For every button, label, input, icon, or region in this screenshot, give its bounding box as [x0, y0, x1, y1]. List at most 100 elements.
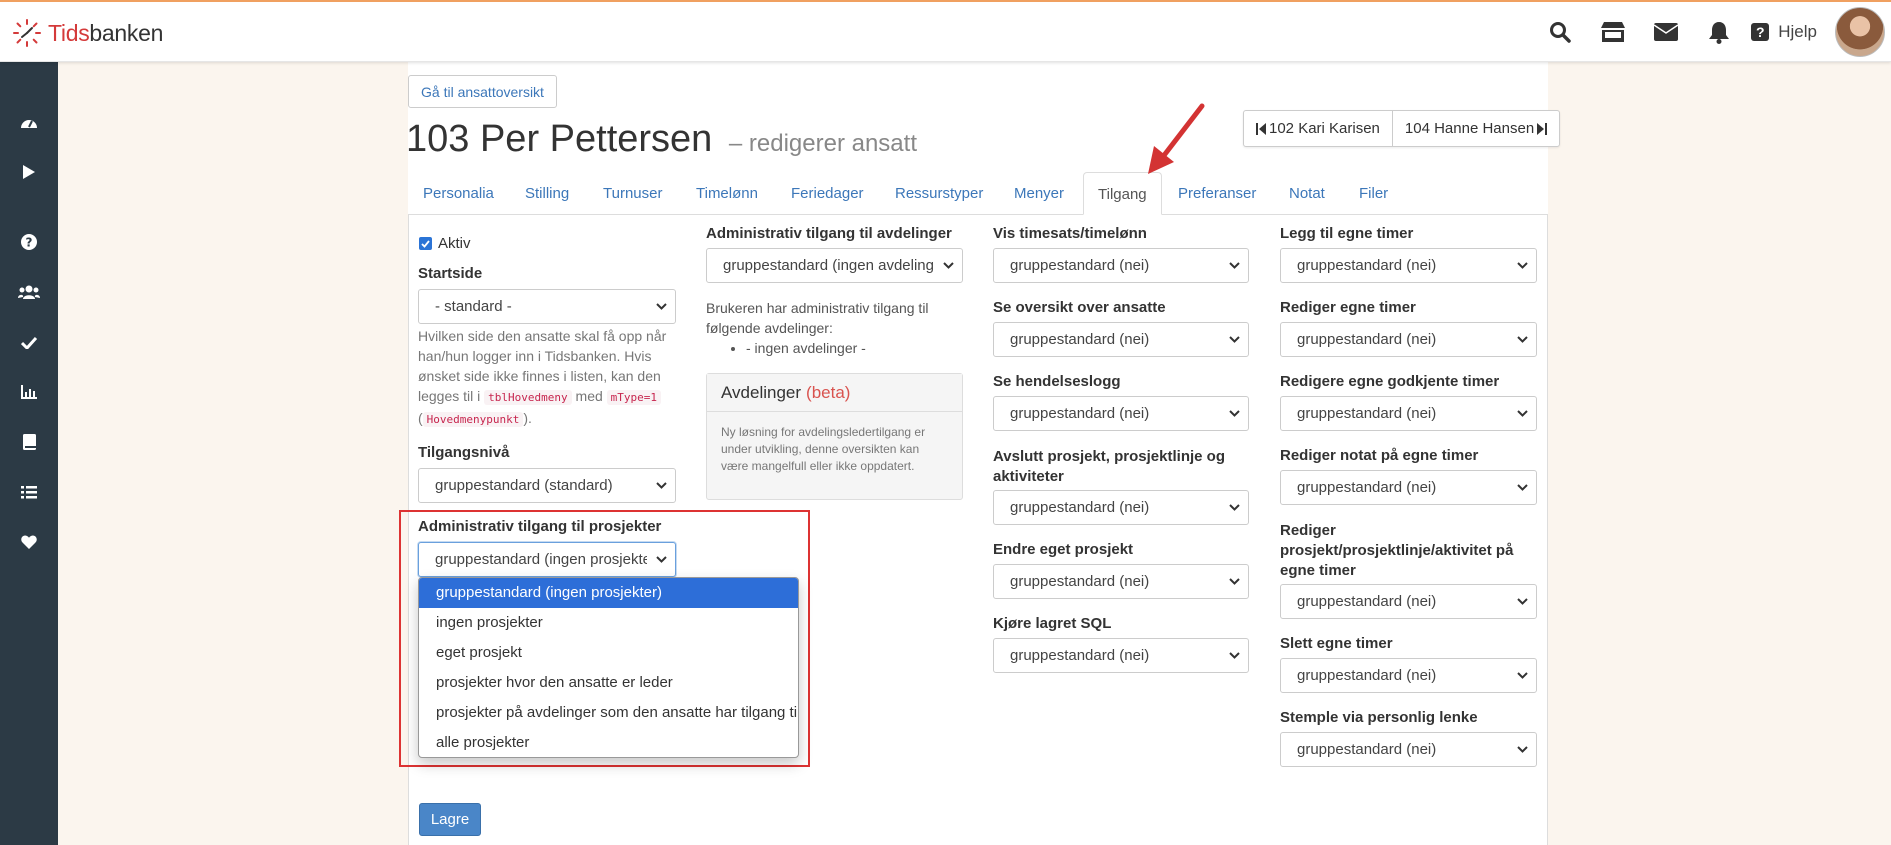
- aktiv-checkbox[interactable]: [419, 237, 432, 250]
- chevron-down-icon: [1220, 652, 1248, 659]
- question-icon: ?: [1751, 23, 1770, 41]
- avdelinger-panel-title: Avdelinger (beta): [707, 374, 962, 412]
- save-button[interactable]: Lagre: [419, 803, 481, 836]
- code-mtype: mType=1: [606, 390, 662, 405]
- envelope-icon[interactable]: [1639, 2, 1692, 62]
- col4-label-4: Rediger prosjekt/prosjektlinje/aktivitet…: [1280, 522, 1514, 579]
- redigere-godkjente-timer-select[interactable]: gruppestandard (nei): [1280, 396, 1537, 431]
- option-gruppestandard[interactable]: gruppestandard (ingen prosjekter): [419, 578, 798, 608]
- col3-label-4: Endre eget prosjekt: [993, 541, 1134, 558]
- avslutt-prosjekt-select[interactable]: gruppestandard (nei): [993, 490, 1249, 525]
- tilgangsniva-label: Tilgangsnivå: [418, 444, 510, 461]
- tab-personalia[interactable]: Personalia: [423, 172, 494, 215]
- option-eget-prosjekt[interactable]: eget prosjekt: [419, 638, 798, 668]
- se-oversikt-ansatte-select[interactable]: gruppestandard (nei): [993, 322, 1249, 357]
- endre-eget-prosjekt-select[interactable]: gruppestandard (nei): [993, 564, 1249, 599]
- rediger-prosjekt-egne-timer-select[interactable]: gruppestandard (nei): [1280, 584, 1537, 619]
- rediger-notat-select[interactable]: gruppestandard (nei): [1280, 470, 1537, 505]
- chevron-down-icon: [1508, 262, 1536, 269]
- store-icon[interactable]: [1586, 2, 1639, 62]
- chevron-down-icon: [1508, 672, 1536, 679]
- chevron-down-icon: [1220, 504, 1248, 511]
- play-icon[interactable]: [0, 153, 58, 191]
- check-icon[interactable]: [0, 323, 58, 361]
- heart-icon[interactable]: [0, 523, 58, 561]
- chevron-down-icon: [1508, 484, 1536, 491]
- col3-label-5: Kjøre lagret SQL: [993, 615, 1112, 632]
- tab-feriedager[interactable]: Feriedager: [791, 172, 864, 215]
- option-avdelings-prosjekter[interactable]: prosjekter på avdelinger som den ansatte…: [419, 698, 798, 728]
- tab-stilling[interactable]: Stilling: [525, 172, 569, 215]
- col3-label-0: Vis timesats/timelønn: [993, 225, 1147, 242]
- adm-avdelinger-select[interactable]: gruppestandard (ingen avdelinger): [706, 248, 963, 283]
- col3-label-1: Se oversikt over ansatte: [993, 299, 1166, 316]
- page-subtitle: – redigerer ansatt: [728, 130, 917, 157]
- goto-employee-overview-button[interactable]: Gå til ansattoversikt: [408, 75, 557, 108]
- tidsbanken-logo[interactable]: Tidsbanken: [12, 18, 163, 48]
- tab-filer[interactable]: Filer: [1359, 172, 1388, 215]
- sidebar: ?: [0, 62, 58, 845]
- col4-label-6: Stemple via personlig lenke: [1280, 709, 1478, 726]
- vis-timesats-select[interactable]: gruppestandard (nei): [993, 248, 1249, 283]
- kjore-lagret-sql-select[interactable]: gruppestandard (nei): [993, 638, 1249, 673]
- col4-label-1: Rediger egne timer: [1280, 299, 1416, 316]
- tab-turnuser[interactable]: Turnuser: [603, 172, 662, 215]
- chevron-down-icon: [1508, 336, 1536, 343]
- option-alle-prosjekter[interactable]: alle prosjekter: [419, 728, 798, 757]
- annotation-arrow-icon: [1148, 103, 1205, 174]
- legg-til-egne-timer-select[interactable]: gruppestandard (nei): [1280, 248, 1537, 283]
- tab-menyer[interactable]: Menyer: [1014, 172, 1064, 215]
- tab-timelonn[interactable]: Timelønn: [696, 172, 758, 215]
- chevron-down-icon: [1220, 336, 1248, 343]
- tab-bar: Personalia Stilling Turnuser Timelønn Fe…: [408, 172, 1548, 215]
- bell-icon[interactable]: [1692, 2, 1745, 62]
- col3-label-2: Se hendelseslogg: [993, 373, 1121, 390]
- avatar[interactable]: [1835, 7, 1885, 57]
- help-icon[interactable]: ?: [0, 223, 58, 261]
- tab-notat[interactable]: Notat: [1289, 172, 1325, 215]
- avdelinger-panel: Avdelinger (beta) Ny løsning for avdeling…: [706, 373, 963, 500]
- chevron-down-icon: [647, 303, 675, 310]
- chart-icon[interactable]: [0, 373, 58, 411]
- chevron-down-icon: [1220, 578, 1248, 585]
- startside-label: Startside: [418, 265, 483, 282]
- option-leder-prosjekter[interactable]: prosjekter hvor den ansatte er leder: [419, 668, 798, 698]
- page-title: 103 Per Pettersen – redigerer ansatt: [406, 118, 917, 160]
- col3-label-3: Avslutt prosjekt, prosjektlinje og aktiv…: [993, 448, 1225, 485]
- beta-badge: (beta): [806, 382, 851, 402]
- startside-help-text: Hvilken side den ansatte skal få opp når…: [418, 328, 667, 427]
- col4-label-5: Slett egne timer: [1280, 635, 1393, 652]
- search-icon[interactable]: [1533, 2, 1586, 62]
- rediger-egne-timer-select[interactable]: gruppestandard (nei): [1280, 322, 1537, 357]
- tilgangsniva-select[interactable]: gruppestandard (standard): [418, 468, 676, 503]
- option-ingen-prosjekter[interactable]: ingen prosjekter: [419, 608, 798, 638]
- chevron-down-icon: [934, 262, 962, 269]
- slett-egne-timer-select[interactable]: gruppestandard (nei): [1280, 658, 1537, 693]
- svg-text:?: ?: [26, 236, 33, 250]
- col4-label-3: Rediger notat på egne timer: [1280, 447, 1479, 464]
- list-icon[interactable]: [0, 473, 58, 511]
- avdelinger-panel-body: Ny løsning for avdelingsledertilgang er …: [721, 425, 926, 473]
- step-backward-icon: [1256, 122, 1266, 135]
- dashboard-icon[interactable]: [0, 103, 58, 141]
- employee-navigation: 102 Kari Karisen 104 Hanne Hansen: [1243, 110, 1561, 147]
- chevron-down-icon: [1220, 410, 1248, 417]
- col4-label-0: Legg til egne timer: [1280, 225, 1414, 242]
- users-icon[interactable]: [0, 273, 58, 311]
- book-icon[interactable]: [0, 423, 58, 461]
- step-forward-icon: [1537, 122, 1548, 135]
- col4-label-2: Redigere egne godkjente timer: [1280, 373, 1500, 390]
- chevron-down-icon: [1508, 598, 1536, 605]
- help-label: Hjelp: [1778, 22, 1817, 41]
- prev-employee-button[interactable]: 102 Kari Karisen: [1244, 111, 1392, 146]
- code-hovedmenypunkt: Hovedmenypunkt: [422, 412, 524, 427]
- tab-ressurstyper[interactable]: Ressurstyper: [895, 172, 983, 215]
- next-employee-button[interactable]: 104 Hanne Hansen: [1391, 111, 1559, 146]
- adm-prosjekter-select[interactable]: gruppestandard (ingen prosjekter): [418, 542, 676, 577]
- stemple-personlig-lenke-select[interactable]: gruppestandard (nei): [1280, 732, 1537, 767]
- chevron-down-icon: [1508, 746, 1536, 753]
- se-hendelseslogg-select[interactable]: gruppestandard (nei): [993, 396, 1249, 431]
- adm-avdelinger-label: Administrativ tilgang til avdelinger: [706, 225, 952, 242]
- help-button[interactable]: ? Hjelp: [1751, 22, 1817, 42]
- startside-select[interactable]: - standard -: [418, 289, 676, 324]
